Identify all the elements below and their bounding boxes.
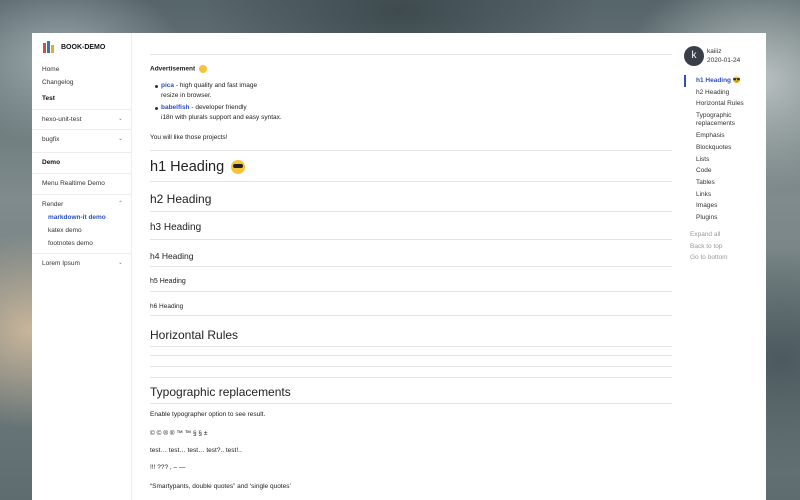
divider [32,173,131,174]
sidebar-item-footnotes-demo[interactable]: footnotes demo [32,237,131,250]
chevron-down-icon: ⌄ [117,116,123,122]
h2-heading: h2 Heading [150,192,212,206]
h1-heading: h1 Heading [150,159,246,175]
h6-heading: h6 Heading [150,303,184,310]
sidebar-item-katex-demo[interactable]: katex demo [32,224,131,237]
article: Advertisement pica - high quality and fa… [150,33,672,500]
list-item: pica - high quality and fast image resiz… [155,81,282,100]
book-window: BOOK-DEMO Home Changelog Test hexo-unit-… [32,33,766,500]
paragraph: !!! ??? , – — [150,464,186,471]
paragraph: “Smartypants, double quotes” and ‘single… [150,483,291,490]
toc-item[interactable]: Horizontal Rules [684,98,744,110]
divider [150,239,672,240]
sidebar-item-home[interactable]: Home [32,63,131,76]
horizontal-rule [150,377,672,378]
toc-item[interactable]: Typographic replacements [684,110,744,130]
paragraph: © © ® ® ™ ™ § § ± [150,430,208,437]
sidebar-item-render[interactable]: Render ⌃ [32,198,131,211]
h3-heading: h3 Heading [150,222,202,233]
toc-item[interactable]: Plugins [684,212,744,224]
toc-item[interactable]: Emphasis [684,130,744,142]
sidebar-item-hexo-unit-test[interactable]: hexo-unit-test ⌄ [32,113,131,126]
toc-item[interactable]: h2 Heading [684,87,744,99]
sidebar-item-lorem-ipsum[interactable]: Lorem Ipsum ⌄ [32,257,131,270]
sidebar: BOOK-DEMO Home Changelog Test hexo-unit-… [32,33,132,500]
divider [150,315,672,316]
sidebar-section-test: Test [42,95,55,102]
sidebar-item-changelog[interactable]: Changelog [32,76,131,89]
toc-item[interactable]: Tables [684,177,744,189]
link-babelfish[interactable]: babelfish [161,104,190,111]
sidebar-item-label: Render [42,201,64,208]
sidebar-item-label: bugfix [42,136,60,143]
sidebar-item-bugfix[interactable]: bugfix ⌄ [32,133,131,146]
divider [150,150,672,151]
sidebar-item-label: markdown-it demo [48,214,106,221]
toc-item[interactable]: h1 Heading 😎 [684,75,744,87]
table-of-contents: k kaiiiz 2020-01-24 h1 Heading 😎 h2 Head… [684,33,766,500]
sidebar-item-markdown-it-demo[interactable]: markdown-it demo [32,211,131,224]
horizontal-rule [150,366,672,367]
books-icon [43,41,55,53]
divider [150,211,672,212]
advertisement-title: Advertisement [150,65,207,73]
back-to-top-link[interactable]: Back to top [690,241,728,253]
list-item: babelfish - developer friendly i18n with… [155,104,282,121]
sidebar-item-label: Home [42,66,60,73]
brand[interactable]: BOOK-DEMO [32,33,131,61]
divider [32,253,131,254]
divider [150,266,672,267]
horizontal-rule [150,355,672,356]
advertisement-list: pica - high quality and fast image resiz… [155,81,282,125]
toc-item[interactable]: Links [684,189,744,201]
divider [32,194,131,195]
divider [150,291,672,292]
sunglasses-emoji-icon [231,160,246,175]
author-info: kaiiiz 2020-01-24 [707,47,740,65]
divider [32,109,131,110]
divider [32,129,131,130]
horizontal-rules-heading: Horizontal Rules [150,328,239,342]
sidebar-item-label: footnotes demo [48,240,93,247]
sidebar-item-menu-realtime-demo[interactable]: Menu Realtime Demo [32,177,131,190]
h5-heading: h5 Heading [150,278,186,285]
paragraph: Enable typographer option to see result. [150,411,266,418]
divider [150,54,672,55]
divider [150,403,672,404]
sidebar-item-label: Menu Realtime Demo [42,180,105,187]
toc-item[interactable]: Lists [684,154,744,166]
divider [150,181,672,182]
chevron-down-icon: ⌄ [117,136,123,142]
expand-all-link[interactable]: Expand all [690,229,728,241]
paragraph: You will like those projects! [150,134,228,141]
toc-item[interactable]: Code [684,165,744,177]
avatar[interactable]: k [684,46,704,66]
sidebar-item-label: Lorem Ipsum [42,260,80,267]
sidebar-item-label: hexo-unit-test [42,116,82,123]
toc-item[interactable]: Images [684,200,744,212]
chevron-up-icon: ⌃ [117,201,123,207]
go-to-bottom-link[interactable]: Go to bottom [690,252,728,264]
toc-item[interactable]: Blockquotes [684,142,744,154]
link-pica[interactable]: pica [161,82,174,89]
divider [32,152,131,153]
sidebar-item-label: katex demo [48,227,82,234]
toc-actions: Expand all Back to top Go to bottom [690,229,728,264]
typographic-replacements-heading: Typographic replacements [150,385,291,399]
sidebar-item-label: Changelog [42,79,74,86]
divider [150,346,672,347]
brand-title: BOOK-DEMO [61,43,106,51]
author-name: kaiiiz [707,48,722,55]
toc-list: h1 Heading 😎 h2 Heading Horizontal Rules… [684,75,744,224]
post-date: 2020-01-24 [707,57,741,64]
paragraph: test… test… test… test?.. test!.. [150,447,242,454]
h4-heading: h4 Heading [150,251,194,261]
smile-emoji-icon [198,65,207,73]
chevron-down-icon: ⌄ [117,260,123,266]
sidebar-section-demo: Demo [42,159,61,166]
